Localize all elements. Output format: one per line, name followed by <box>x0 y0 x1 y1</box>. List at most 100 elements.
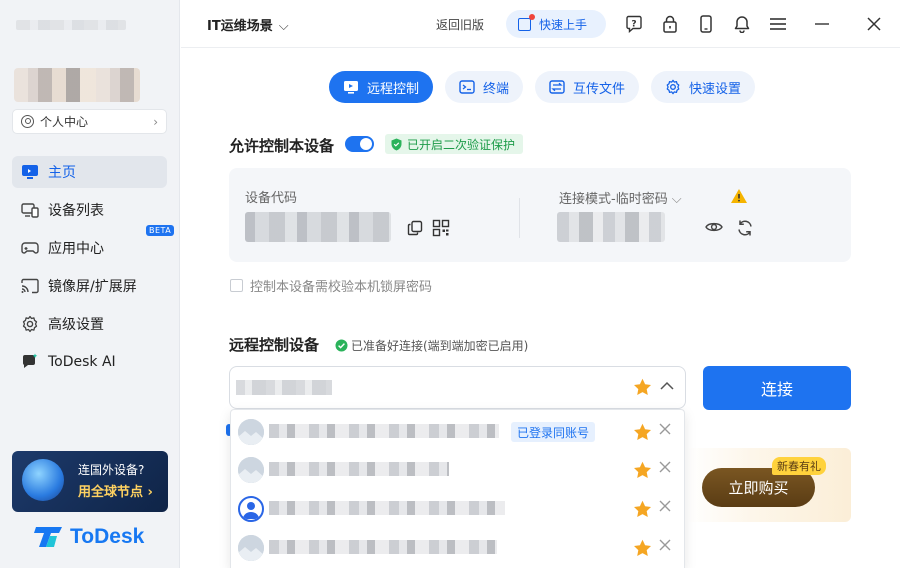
eye-icon[interactable] <box>705 220 723 238</box>
minimize-icon[interactable] <box>796 0 848 48</box>
star-icon[interactable] <box>633 539 652 557</box>
sidebar: 个人中心 › 主页 设备列表 应用中心 BETA 镜像屏/扩展屏 高级设置 To… <box>0 0 180 568</box>
two-factor-badge: 已开启二次验证保护 <box>385 134 524 154</box>
tab-terminal[interactable]: 终端 <box>445 71 524 103</box>
help-icon[interactable]: ? <box>616 0 652 48</box>
recent-devices-dropdown: 已登录同账号 <box>230 409 685 568</box>
cast-icon <box>20 276 40 296</box>
chevron-up-icon[interactable] <box>660 381 674 391</box>
sidebar-item-mirror[interactable]: 镜像屏/扩展屏 <box>12 270 167 302</box>
device-thumbnail <box>238 419 264 445</box>
devices-icon <box>20 200 40 220</box>
remote-icon <box>344 81 358 94</box>
star-icon[interactable] <box>633 500 652 518</box>
remove-icon[interactable] <box>659 461 671 473</box>
gamepad-icon <box>20 238 40 258</box>
tab-remote-control[interactable]: 远程控制 <box>329 71 434 103</box>
same-account-tag: 已登录同账号 <box>511 422 596 442</box>
two-factor-label: 已开启二次验证保护 <box>407 137 516 152</box>
recent-device-row[interactable] <box>231 528 686 566</box>
star-icon[interactable] <box>633 461 652 479</box>
sidebar-item-label: 镜像屏/扩展屏 <box>48 279 137 295</box>
sidebar-item-label: ToDesk AI <box>48 354 116 370</box>
star-icon[interactable] <box>633 378 652 396</box>
sidebar-item-apps[interactable]: 应用中心 BETA <box>12 225 175 264</box>
main-tabs: 远程控制 终端 互传文件 快速设置 <box>329 71 767 103</box>
sidebar-item-devices[interactable]: 设备列表 <box>12 194 167 226</box>
global-node-promo[interactable]: 连国外设备? 用全球节点 › <box>12 451 168 512</box>
promo-line1: 连国外设备? <box>78 463 145 477</box>
tab-label: 互传文件 <box>573 81 626 97</box>
top-bar: IT运维场景 ⌵ 返回旧版 快速上手 ? <box>181 0 900 48</box>
allow-control-toggle[interactable] <box>345 136 374 152</box>
profile-center-button[interactable]: 个人中心 › <box>12 109 167 134</box>
lock-icon[interactable] <box>652 0 688 48</box>
temporary-password-value <box>557 212 665 242</box>
warning-icon[interactable] <box>730 188 748 208</box>
return-old-version-link[interactable]: 返回旧版 <box>436 16 484 33</box>
tab-file-transfer[interactable]: 互传文件 <box>535 71 640 103</box>
guide-book-icon <box>518 13 535 31</box>
svg-text:?: ? <box>631 20 636 30</box>
sidebar-nav: 主页 设备列表 应用中心 BETA 镜像屏/扩展屏 高级设置 ToDesk AI <box>12 156 175 384</box>
sidebar-item-todesk-ai[interactable]: ToDesk AI <box>12 346 167 378</box>
lock-screen-password-option[interactable]: 控制本设备需校验本机锁屏密码 <box>230 276 432 295</box>
scene-label: IT运维场景 <box>207 19 273 34</box>
profile-center-label: 个人中心 <box>40 115 89 129</box>
terminal-icon <box>459 80 475 94</box>
copy-icon[interactable] <box>407 220 423 240</box>
bell-icon[interactable] <box>724 0 760 48</box>
recent-device-row[interactable] <box>231 450 686 488</box>
device-name <box>269 501 505 515</box>
beta-badge: BETA <box>146 225 175 236</box>
settings-icon <box>666 79 680 95</box>
connection-mode-label: 连接模式-临时密码 <box>559 192 668 207</box>
chevron-down-icon: ⌵ <box>671 192 682 207</box>
gear-icon <box>20 314 40 334</box>
sidebar-item-label: 设备列表 <box>48 203 104 219</box>
remove-icon[interactable] <box>659 539 671 551</box>
menu-icon[interactable] <box>760 0 796 48</box>
device-thumbnail <box>238 535 264 561</box>
blurred-avatar[interactable] <box>14 68 140 102</box>
quick-start-button[interactable]: 快速上手 <box>506 10 606 38</box>
connect-button[interactable]: 连接 <box>703 366 851 410</box>
remove-icon[interactable] <box>659 423 671 435</box>
phone-icon[interactable] <box>688 0 724 48</box>
tab-label: 远程控制 <box>367 81 420 97</box>
star-icon[interactable] <box>633 423 652 441</box>
globe-icon <box>22 459 64 501</box>
sidebar-item-home[interactable]: 主页 <box>12 156 167 188</box>
lock-screen-checkbox[interactable] <box>230 279 243 292</box>
ready-note-label: 已准备好连接(端到端加密已启用) <box>351 339 529 353</box>
chevron-right-icon: › <box>153 114 158 129</box>
user-icon <box>21 115 34 128</box>
todesk-logo-icon <box>34 527 62 547</box>
person-avatar-icon <box>238 496 264 522</box>
close-icon[interactable] <box>848 0 900 48</box>
refresh-icon[interactable] <box>736 219 754 241</box>
qr-code-icon[interactable] <box>432 219 450 241</box>
transfer-icon <box>549 80 565 94</box>
remove-icon[interactable] <box>659 500 671 512</box>
recent-device-row[interactable]: 已登录同账号 <box>231 412 686 450</box>
device-name <box>269 462 449 476</box>
monitor-icon <box>20 162 40 182</box>
check-circle-icon <box>335 339 348 352</box>
remote-device-code-input[interactable] <box>229 366 686 409</box>
device-name <box>269 424 499 438</box>
scene-selector[interactable]: IT运维场景 ⌵ <box>207 15 289 34</box>
tab-quick-settings[interactable]: 快速设置 <box>651 71 756 103</box>
recent-device-row[interactable] <box>231 489 686 527</box>
connection-mode-selector[interactable]: 连接模式-临时密码 ⌵ <box>559 188 682 207</box>
sidebar-item-advanced-settings[interactable]: 高级设置 <box>12 308 167 340</box>
card-divider <box>519 198 520 238</box>
lock-screen-label: 控制本设备需校验本机锁屏密码 <box>250 280 433 295</box>
device-code-value <box>245 212 391 242</box>
device-thumbnail <box>238 457 264 483</box>
sidebar-item-label: 高级设置 <box>48 317 104 333</box>
titlebar-icons: ? <box>616 0 900 48</box>
remote-control-title: 远程控制设备 <box>229 336 320 354</box>
entered-device-code <box>236 380 332 395</box>
device-code-label: 设备代码 <box>245 191 298 206</box>
